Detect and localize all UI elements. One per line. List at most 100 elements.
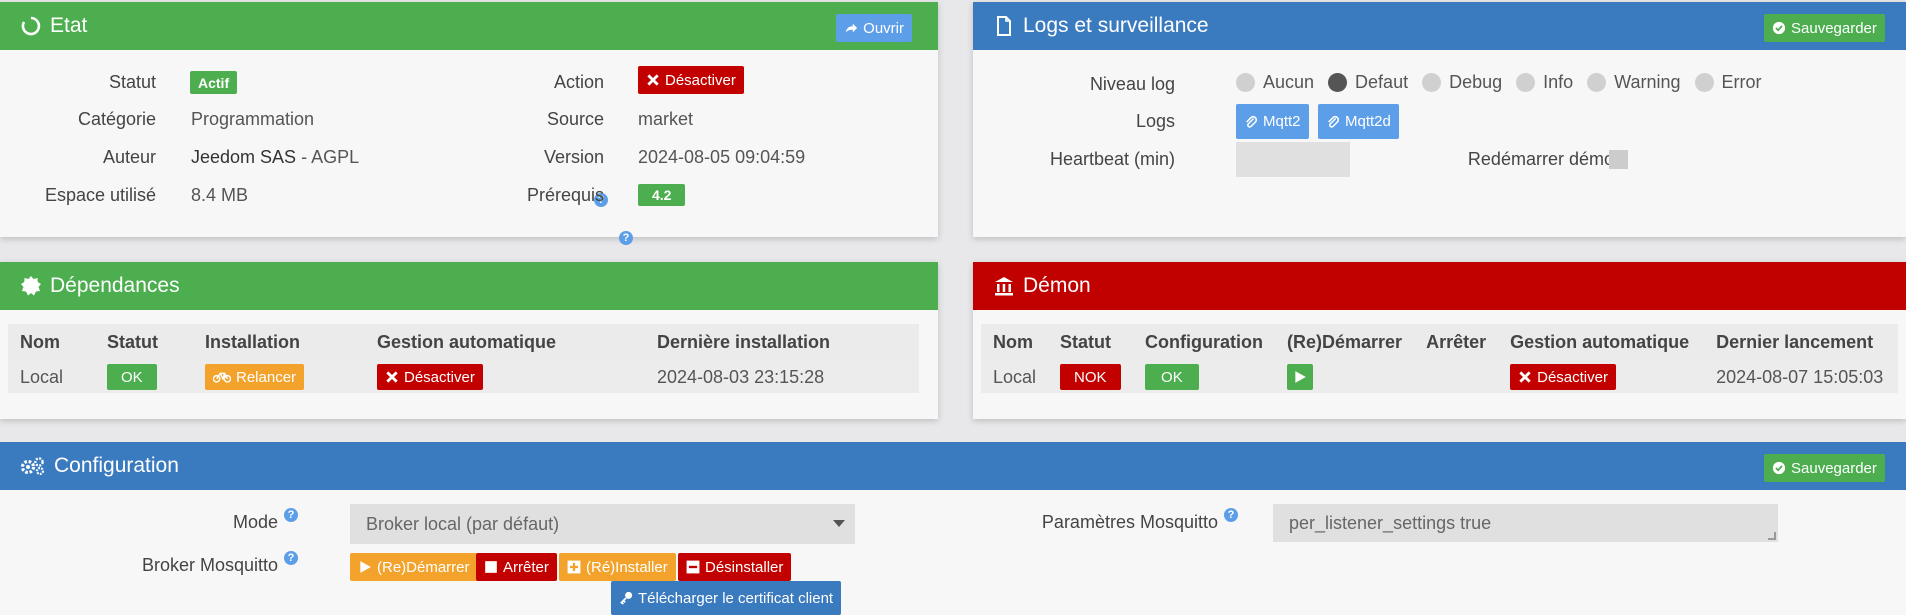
col-redemarrer: (Re)Démarrer	[1275, 324, 1415, 361]
configuration-title: Configuration	[54, 454, 179, 477]
radio-error[interactable]: Error	[1694, 72, 1762, 93]
download-certificate-button[interactable]: Télécharger le certificat client	[611, 581, 842, 615]
check-circle-icon	[1772, 461, 1786, 475]
prerequis-label: Prérequis	[526, 185, 604, 205]
radio-dot	[1516, 73, 1536, 92]
etat-title: Etat	[50, 14, 88, 37]
play-icon	[1295, 371, 1306, 383]
demon-start-cell	[1275, 361, 1415, 393]
auteur-name: Jeedom SAS	[191, 147, 297, 167]
demon-stop-cell	[1414, 361, 1499, 393]
source-label: Source	[546, 109, 604, 129]
play-icon	[360, 561, 371, 573]
dep-installation-cell: Relancer	[193, 361, 365, 393]
configuration-panel: Configuration Sauvegarder Mode? Broker l…	[0, 442, 1906, 615]
bicycle-icon	[213, 372, 231, 383]
statut-label: Statut	[108, 72, 156, 92]
version-value: 2024-08-05 09:04:59	[638, 147, 806, 167]
col-dernier: Dernier lancement	[1704, 324, 1898, 361]
radio-dot	[1422, 73, 1442, 92]
table-header-row: Nom Statut Installation Gestion automati…	[8, 324, 919, 361]
broker-stop-button[interactable]: Arrêter	[476, 553, 557, 581]
etat-deactivate-button[interactable]: Désactiver	[638, 66, 744, 94]
key-icon	[620, 591, 633, 605]
mode-help-icon[interactable]: ?	[284, 508, 298, 522]
params-textarea[interactable]: per_listener_settings true	[1273, 504, 1778, 542]
paperclip-icon	[1328, 115, 1340, 128]
logs-panel: Logs et surveillance Sauvegarder Niveau …	[973, 2, 1906, 237]
radio-dot-selected	[1328, 73, 1348, 92]
circle-notch-icon	[20, 15, 42, 37]
broker-help-icon[interactable]: ?	[284, 551, 298, 565]
demon-config-cell: OK	[1133, 361, 1276, 393]
col-statut: Statut	[95, 324, 193, 361]
check-circle-icon	[1772, 21, 1786, 35]
dep-deactivate-button[interactable]: Désactiver	[377, 364, 483, 390]
heartbeat-input[interactable]	[1236, 142, 1350, 177]
col-gestion: Gestion automatique	[365, 324, 645, 361]
broker-restart-button[interactable]: (Re)Démarrer	[350, 553, 478, 581]
auteur-license: - AGPL	[296, 147, 360, 167]
bank-icon	[993, 275, 1015, 297]
prerequis-help-icon[interactable]: ?	[619, 231, 634, 245]
close-icon	[1519, 371, 1531, 383]
params-label: Paramètres Mosquitto?	[1042, 508, 1238, 533]
categorie-label: Catégorie	[77, 109, 156, 129]
col-arreter: Arrêter	[1414, 324, 1499, 361]
source-value: market	[638, 109, 694, 129]
dep-relancer-button[interactable]: Relancer	[205, 364, 305, 390]
restart-daemon-checkbox[interactable]	[1609, 150, 1628, 169]
col-statut: Statut	[1048, 324, 1134, 361]
radio-defaut[interactable]: Defaut	[1328, 72, 1408, 93]
certificate-icon	[20, 275, 42, 297]
demon-title: Démon	[1023, 274, 1091, 297]
configuration-header: Configuration Sauvegarder	[0, 442, 1906, 490]
caret-down-icon	[833, 520, 845, 527]
demon-gestion-cell: Désactiver	[1498, 361, 1705, 393]
broker-uninstall-button[interactable]: Désinstaller	[678, 553, 792, 581]
close-icon	[386, 371, 398, 383]
log-mqtt2d-button[interactable]: Mqtt2d	[1318, 104, 1399, 139]
auteur-label: Auteur	[102, 147, 156, 167]
config-save-button[interactable]: Sauvegarder	[1764, 454, 1885, 482]
broker-label: Broker Mosquitto?	[142, 551, 298, 576]
demon-header: Démon	[973, 262, 1906, 310]
radio-dot	[1587, 73, 1607, 92]
demon-statut-cell: NOK	[1048, 361, 1134, 393]
table-row: Local NOK OK Désactiver 2024-08-07 15:05…	[981, 361, 1898, 393]
broker-install-button[interactable]: (Ré)Installer	[559, 553, 676, 581]
file-icon	[993, 15, 1015, 37]
close-icon	[647, 74, 659, 86]
log-mqtt2-button[interactable]: Mqtt2	[1236, 104, 1309, 139]
radio-info[interactable]: Info	[1516, 72, 1573, 93]
mode-select[interactable]: Broker local (par défaut)	[350, 504, 855, 544]
niveau-log-label: Niveau log	[1089, 74, 1175, 94]
dep-derniere: 2024-08-03 23:15:28	[645, 361, 919, 393]
espace-label: Espace utilisé	[44, 185, 156, 205]
dep-statut-badge: OK	[107, 364, 157, 390]
demon-panel: Démon Nom Statut Configuration (Re)Démar…	[973, 262, 1906, 419]
logs-save-button[interactable]: Sauvegarder	[1764, 14, 1885, 42]
radio-debug[interactable]: Debug	[1422, 72, 1502, 93]
radio-aucun[interactable]: Aucun	[1236, 72, 1314, 93]
radio-dot	[1236, 73, 1255, 92]
espace-value: 8.4 MB	[191, 185, 249, 205]
logs-title: Logs et surveillance	[1023, 14, 1209, 37]
table-row: Local OK Relancer Désactiver 2024-08-03 …	[8, 361, 919, 393]
mode-label: Mode?	[233, 508, 298, 533]
table-header-row: Nom Statut Configuration (Re)Démarrer Ar…	[981, 324, 1898, 361]
etat-header: Etat Ouvrir	[0, 2, 938, 50]
demon-table: Nom Statut Configuration (Re)Démarrer Ar…	[981, 324, 1898, 393]
params-help-icon[interactable]: ?	[1224, 508, 1238, 522]
open-button[interactable]: Ouvrir	[836, 14, 912, 42]
demon-deactivate-button[interactable]: Désactiver	[1510, 364, 1616, 390]
auteur-value: Jeedom SAS - AGPL	[191, 147, 359, 168]
radio-warning[interactable]: Warning	[1587, 72, 1681, 93]
plus-square-icon	[567, 560, 581, 574]
resize-handle-icon[interactable]	[1768, 532, 1776, 540]
dep-nom: Local	[8, 361, 95, 393]
demon-config-badge: OK	[1145, 364, 1199, 390]
dependances-table: Nom Statut Installation Gestion automati…	[8, 324, 919, 393]
demon-start-button[interactable]	[1287, 364, 1314, 390]
statut-badge: Actif	[190, 71, 238, 94]
